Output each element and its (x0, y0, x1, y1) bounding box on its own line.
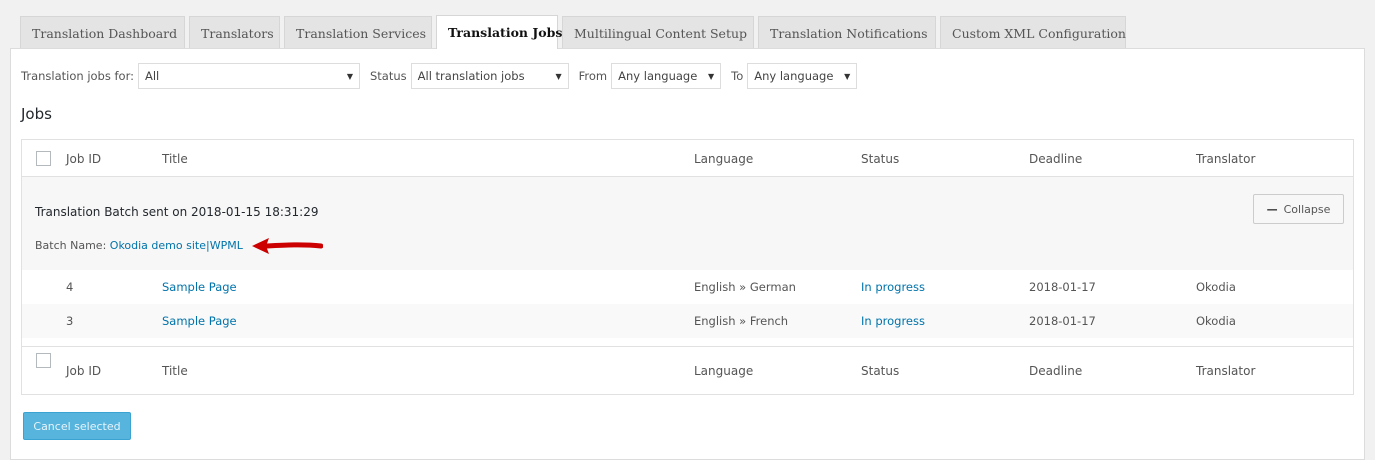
tab-translation-jobs[interactable]: Translation Jobs (436, 15, 562, 49)
job-id-cell: 3 (66, 314, 74, 328)
status-link[interactable]: In progress (861, 280, 925, 294)
chevron-down-icon: ▼ (844, 71, 851, 81)
column-status-footer[interactable]: Status (861, 364, 899, 378)
column-translator[interactable]: Translator (1196, 152, 1255, 166)
tab-multilingual-content-setup[interactable]: Multilingual Content Setup (562, 16, 754, 49)
status-link[interactable]: In progress (861, 314, 925, 328)
deadline-cell: 2018-01-17 (1029, 314, 1096, 328)
job-title-link[interactable]: Sample Page (162, 314, 237, 328)
translation-batch-header: Translation Batch sent on 2018-01-15 18:… (22, 177, 1353, 270)
batch-name-link[interactable]: Okodia demo site|WPML (110, 239, 243, 252)
jobs-table: Job ID Title Language Status Deadline Tr… (21, 139, 1354, 395)
translator-cell: Okodia (1196, 280, 1236, 294)
minus-icon: — (1266, 202, 1278, 216)
column-status[interactable]: Status (861, 152, 899, 166)
jobs-for-value: All (144, 69, 160, 83)
table-row: 4 Sample Page English » German In progre… (22, 270, 1353, 304)
chevron-down-icon: ▼ (707, 71, 715, 81)
jobs-for-label: Translation jobs for: (21, 69, 134, 83)
chevron-down-icon: ▼ (555, 71, 562, 81)
tab-translation-notifications[interactable]: Translation Notifications (758, 16, 936, 49)
to-language-select[interactable]: Any language ▼ (747, 63, 858, 89)
column-language: Language (694, 152, 754, 166)
jobs-heading: Jobs (21, 105, 52, 123)
status-filter-value: All translation jobs (417, 69, 525, 83)
from-language-select[interactable]: Any language ▼ (611, 63, 722, 89)
collapse-label: Collapse (1283, 202, 1331, 216)
language-cell: English » French (694, 314, 789, 328)
status-select[interactable]: All translation jobs ▼ (410, 63, 569, 89)
translator-cell: Okodia (1196, 314, 1236, 328)
tab-translation-dashboard[interactable]: Translation Dashboard (20, 16, 185, 49)
from-language-label: From (578, 69, 608, 83)
to-language-value: Any language (754, 69, 834, 83)
batch-title: Translation Batch sent on 2018-01-15 18:… (35, 205, 319, 219)
chevron-down-icon: ▼ (346, 71, 353, 81)
column-job-id[interactable]: Job ID (66, 152, 101, 166)
table-header: Job ID Title Language Status Deadline Tr… (22, 140, 1353, 177)
collapse-button[interactable]: — Collapse (1253, 194, 1344, 224)
language-cell: English » German (694, 280, 796, 294)
column-job-id-footer[interactable]: Job ID (66, 364, 101, 378)
cancel-selected-button[interactable]: Cancel selected (23, 412, 131, 440)
table-footer: Job ID Title Language Status Deadline Tr… (22, 346, 1353, 396)
column-title[interactable]: Title (162, 152, 188, 166)
deadline-cell: 2018-01-17 (1029, 280, 1096, 294)
job-id-cell: 4 (66, 280, 74, 294)
tab-bar: Translation Dashboard Translators Transl… (20, 15, 1130, 49)
to-language-label: To (731, 69, 744, 83)
tab-translators[interactable]: Translators (189, 16, 280, 49)
batch-name-label: Batch Name: (35, 239, 107, 252)
red-arrow-annotation-icon (252, 238, 323, 254)
column-deadline-footer[interactable]: Deadline (1029, 364, 1082, 378)
column-translator-footer[interactable]: Translator (1196, 364, 1255, 378)
column-language-footer: Language (694, 364, 754, 378)
job-title-link[interactable]: Sample Page (162, 280, 237, 294)
select-all-checkbox[interactable] (36, 151, 51, 166)
jobs-for-select[interactable]: All ▼ (137, 63, 360, 89)
filters-bar: Translation jobs for: All ▼ Status All t… (21, 63, 867, 89)
status-filter-label: Status (369, 69, 407, 83)
tab-translation-services[interactable]: Translation Services (284, 16, 432, 49)
translation-jobs-panel: Translation jobs for: All ▼ Status All t… (10, 48, 1365, 460)
column-title-footer[interactable]: Title (162, 364, 188, 378)
from-language-value: Any language (618, 69, 698, 83)
batch-name: Batch Name: Okodia demo site|WPML (35, 239, 243, 252)
select-all-checkbox-footer[interactable] (36, 353, 51, 368)
table-row: 3 Sample Page English » French In progre… (22, 304, 1353, 338)
column-deadline[interactable]: Deadline (1029, 152, 1082, 166)
tab-custom-xml-configuration[interactable]: Custom XML Configuration (940, 16, 1126, 49)
